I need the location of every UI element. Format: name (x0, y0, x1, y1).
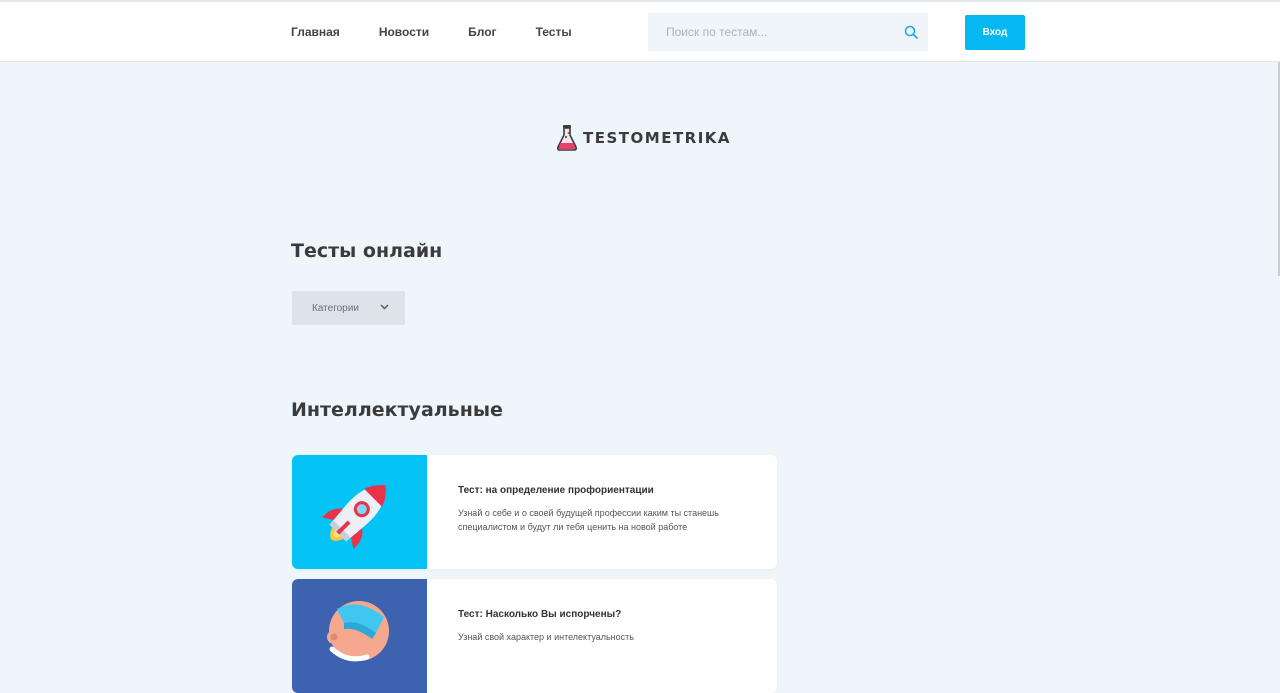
search-icon[interactable] (904, 25, 918, 39)
test-card[interactable]: Тест: Насколько Вы испорчены? Узнай свой… (292, 579, 777, 693)
page-title: Тесты онлайн (291, 240, 443, 262)
nav-item-tests[interactable]: Тесты (536, 25, 572, 39)
head-icon (327, 601, 389, 662)
header: Главная Новости Блог Тесты Вход (0, 2, 1280, 62)
chevron-down-icon (380, 304, 389, 310)
card-description: Узнай свой характер и интелектуальность (458, 632, 634, 642)
test-card[interactable]: Тест: на определение профориентации Узна… (292, 455, 777, 569)
nav-item-news[interactable]: Новости (379, 25, 429, 39)
categories-label: Категории (312, 302, 359, 314)
card-title[interactable]: Тест: на определение профориентации (458, 485, 654, 496)
nav-item-home[interactable]: Главная (291, 25, 340, 39)
card-title[interactable]: Тест: Насколько Вы испорчены? (458, 609, 621, 620)
card-description: Узнай о себе и о своей будущей профессии… (458, 508, 719, 532)
nav-item-blog[interactable]: Блог (468, 25, 496, 39)
logo-text: TESTOMETRIKA (583, 129, 732, 147)
rocket-icon (322, 485, 386, 549)
search-box (648, 13, 928, 51)
categories-dropdown[interactable]: Категории (292, 291, 405, 325)
main-nav: Главная Новости Блог Тесты (291, 2, 611, 61)
card-thumbnail (292, 455, 427, 569)
card-thumbnail (292, 579, 427, 693)
search-input[interactable] (648, 13, 898, 51)
flask-icon (556, 125, 578, 151)
section-title: Интеллектуальные (291, 399, 503, 421)
site-logo[interactable]: TESTOMETRIKA (556, 124, 731, 152)
login-button[interactable]: Вход (965, 15, 1025, 50)
